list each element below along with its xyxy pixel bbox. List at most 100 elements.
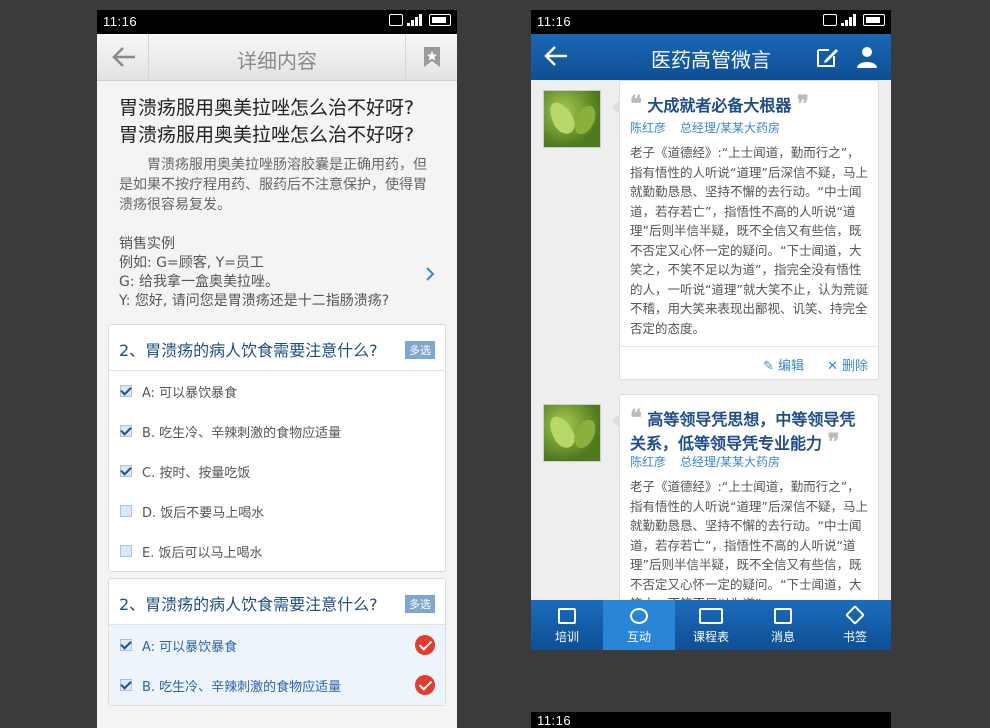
- quote-open-icon: ❝: [630, 405, 642, 431]
- tag-icon: [845, 605, 865, 625]
- delete-button[interactable]: ✕ 删除: [827, 355, 868, 374]
- option-label: B. 吃生冷、辛辣刺激的食物应适量: [142, 680, 342, 695]
- edit-button[interactable]: ✎ 编辑: [763, 355, 804, 374]
- post-card: ❝ 大成就者必备大根器 ❞ 陈红彦 总经理/某某大药房 老子《道德经》:“上士闻道…: [612, 80, 879, 380]
- post-meta: 陈红彦 总经理/某某大药房: [630, 453, 794, 470]
- option-d[interactable]: D. 饭后不要马上喝水: [109, 491, 445, 531]
- post-body: 老子《道德经》:“上士闻道，勤而行之”，指有悟性的人听说“道理”后深信不疑，马上…: [630, 145, 868, 336]
- option-a[interactable]: A: 可以暴饮暴食: [109, 371, 445, 411]
- header: 医药高管微言: [531, 34, 891, 80]
- option-b[interactable]: B. 吃生冷、辛辣刺激的食物应适量: [109, 411, 445, 451]
- option-a[interactable]: A: 可以暴饮暴食: [109, 625, 445, 665]
- article-title: 胃溃疡服用奥美拉唑怎么治不好呀? 胃溃疡服用奥美拉唑怎么治不好呀?: [119, 97, 415, 146]
- multi-select-badge: 多选: [405, 341, 435, 359]
- correct-check-icon: [415, 675, 435, 695]
- signal-icon: [841, 14, 859, 26]
- multi-select-badge: 多选: [405, 595, 435, 613]
- option-label: A: 可以暴饮暴食: [142, 640, 238, 655]
- image-icon: [389, 14, 403, 26]
- tab-interaction[interactable]: 互动: [603, 600, 675, 650]
- question-card: 2、胃溃疡的病人饮食需要注意什么? 多选 A: 可以暴饮暴食 B. 吃生冷、辛辣…: [108, 578, 446, 706]
- bookmark-icon: [424, 47, 440, 67]
- post-title: ❝ 高等领导凭思想，中等领导凭关系，低等领导凭专业能力 ❞: [630, 405, 856, 455]
- quote-close-icon: ❞: [827, 429, 840, 455]
- option-e[interactable]: E. 饭后可以马上喝水: [109, 531, 445, 571]
- avatar[interactable]: [543, 90, 601, 148]
- page-title: 详细内容: [237, 49, 317, 73]
- tab-messages[interactable]: 消息: [747, 600, 819, 650]
- sale-heading: 销售实例: [119, 236, 175, 252]
- option-label: E. 饭后可以马上喝水: [142, 546, 263, 561]
- post-title: ❝ 大成就者必备大根器 ❞: [630, 91, 809, 117]
- option-label: D. 饭后不要马上喝水: [142, 506, 265, 521]
- post-card: ❝ 高等领导凭思想，中等领导凭关系，低等领导凭专业能力 ❞ 陈红彦 总经理/某某大…: [612, 394, 879, 600]
- header: 详细内容: [97, 34, 457, 81]
- checkbox[interactable]: [120, 679, 132, 691]
- pencil-icon: ✎: [762, 359, 774, 374]
- option-label: A: 可以暴饮暴食: [142, 386, 238, 401]
- post-item: ❝ 高等领导凭思想，中等领导凭关系，低等领导凭专业能力 ❞ 陈红彦 总经理/某某大…: [531, 394, 891, 600]
- tab-bookmarks[interactable]: 书签: [819, 600, 891, 650]
- mail-icon: [774, 608, 792, 624]
- status-time: 11:16: [537, 713, 572, 728]
- checkbox[interactable]: [120, 385, 132, 397]
- post-meta: 陈红彦 总经理/某某大药房: [630, 119, 794, 136]
- question-header: 2、胃溃疡的病人饮食需要注意什么? 多选: [109, 579, 445, 625]
- phone-screen-feed: 11:16 医药高管微言 ❝ 大成就者必备大根器 ❞ 陈红彦 总经理/某某大药房 …: [531, 10, 891, 650]
- phone-screen-detail: 11:16 详细内容 胃溃疡服用奥美拉唑怎么治不好呀? 胃溃疡服用奥美拉唑怎么治…: [97, 10, 457, 728]
- checkbox[interactable]: [120, 639, 132, 651]
- option-label: B. 吃生冷、辛辣刺激的食物应适量: [142, 426, 342, 441]
- close-icon: ✕: [826, 359, 838, 374]
- question-title: 2、胃溃疡的病人饮食需要注意什么?: [119, 341, 378, 360]
- question-header: 2、胃溃疡的病人饮食需要注意什么? 多选: [109, 325, 445, 371]
- compose-icon[interactable]: [815, 45, 839, 69]
- question-card: 2、胃溃疡的病人饮食需要注意什么? 多选 A: 可以暴饮暴食 B. 吃生冷、辛辣…: [108, 324, 446, 572]
- tab-schedule[interactable]: 课程表: [675, 600, 747, 650]
- checkbox[interactable]: [120, 545, 132, 557]
- sale-line: 例如: G=顾客, Y=员工: [119, 255, 264, 271]
- book-icon: [558, 608, 576, 624]
- user-icon[interactable]: [855, 45, 879, 69]
- option-label: C. 按时、按量吃饭: [142, 466, 251, 481]
- post-feed: ❝ 大成就者必备大根器 ❞ 陈红彦 总经理/某某大药房 老子《道德经》:“上士闻道…: [531, 80, 891, 600]
- battery-icon: [429, 14, 451, 26]
- option-c[interactable]: C. 按时、按量吃饭: [109, 451, 445, 491]
- sale-example: 销售实例 例如: G=顾客, Y=员工 G: 给我拿一盒奥美拉唑。 Y: 您好,…: [119, 235, 435, 311]
- status-time: 11:16: [103, 14, 138, 29]
- status-bar: 11:16: [531, 10, 891, 34]
- post-body: 老子《道德经》:“上士闻道，勤而行之”，指有悟性的人听说“道理”后深信不疑，马上…: [630, 479, 868, 600]
- tab-bar: 培训 互动 课程表 消息 书签: [531, 600, 891, 650]
- status-icons: [823, 14, 885, 26]
- author-role: 总经理/某某大药房: [680, 455, 781, 469]
- checkbox[interactable]: [120, 425, 132, 437]
- author-name[interactable]: 陈红彦: [630, 455, 666, 469]
- quote-open-icon: ❝: [630, 91, 642, 117]
- status-bar: 11:16: [97, 10, 457, 34]
- quote-close-icon: ❞: [797, 91, 809, 117]
- status-time: 11:16: [537, 14, 572, 29]
- checkbox[interactable]: [120, 505, 132, 517]
- battery-icon: [863, 14, 885, 26]
- status-bar: 11:16: [531, 712, 891, 728]
- sale-line: Y: 您好, 请问您是胃溃疡还是十二指肠溃疡?: [119, 293, 390, 309]
- author-role: 总经理/某某大药房: [680, 121, 781, 135]
- checkbox[interactable]: [120, 465, 132, 477]
- chat-icon: [630, 608, 648, 624]
- signal-icon: [407, 14, 425, 26]
- author-name[interactable]: 陈红彦: [630, 121, 666, 135]
- tab-training[interactable]: 培训: [531, 600, 603, 650]
- phone-screen-partial: 11:16: [531, 712, 891, 728]
- status-icons: [389, 14, 451, 26]
- post-item: ❝ 大成就者必备大根器 ❞ 陈红彦 总经理/某某大药房 老子《道德经》:“上士闻道…: [531, 80, 891, 380]
- correct-check-icon: [415, 635, 435, 655]
- calendar-icon: [699, 608, 723, 624]
- chevron-right-icon[interactable]: [425, 267, 435, 281]
- article: 胃溃疡服用奥美拉唑怎么治不好呀? 胃溃疡服用奥美拉唑怎么治不好呀? 胃溃疡服用奥…: [97, 81, 457, 311]
- sale-line: G: 给我拿一盒奥美拉唑。: [119, 274, 280, 290]
- option-b[interactable]: B. 吃生冷、辛辣刺激的食物应适量: [109, 665, 445, 705]
- post-actions: ✎ 编辑 ✕ 删除: [620, 346, 878, 379]
- avatar[interactable]: [543, 404, 601, 462]
- bookmark-button[interactable]: [405, 34, 457, 80]
- image-icon: [823, 14, 837, 26]
- question-title: 2、胃溃疡的病人饮食需要注意什么?: [119, 595, 378, 614]
